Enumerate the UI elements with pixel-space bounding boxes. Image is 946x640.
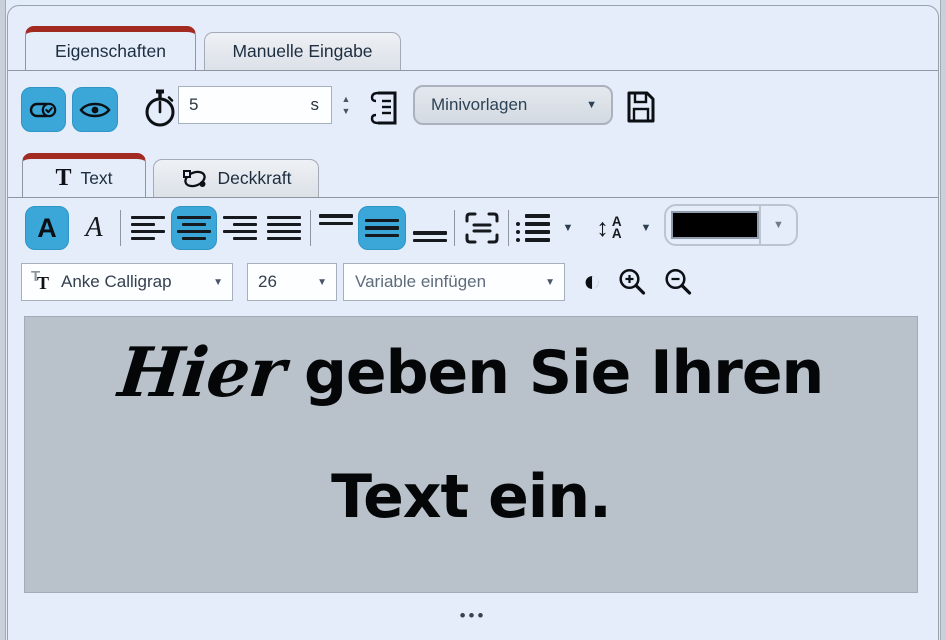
save-button[interactable]: [622, 86, 658, 128]
splitter-dots-icon: •••: [460, 607, 487, 624]
chevron-down-icon: ▼: [641, 223, 652, 234]
align-justify-button[interactable]: [264, 206, 304, 250]
fit-text-button[interactable]: [460, 206, 504, 250]
script-button[interactable]: [366, 86, 402, 130]
chevron-down-icon: ▼: [773, 219, 784, 231]
color-dropdown[interactable]: ▼: [759, 206, 796, 244]
chevron-down-icon: ▼: [586, 100, 597, 111]
bullet-list-button[interactable]: [514, 206, 552, 250]
tab-manuelle-eingabe-label: Manuelle Eingabe: [232, 41, 372, 62]
font-family-select[interactable]: T T Anke Calligrap ▼: [21, 263, 233, 301]
stopwatch-icon: [140, 86, 180, 130]
duration-unit: s: [311, 95, 332, 115]
minivorlagen-dropdown[interactable]: Minivorlagen ▼: [413, 85, 613, 125]
align-right-button[interactable]: [220, 206, 260, 250]
eye-icon: [79, 99, 111, 121]
fit-text-icon: [463, 210, 501, 246]
chevron-down-icon: ▼: [317, 277, 336, 288]
duration-decrement-button[interactable]: ▼: [342, 107, 351, 116]
tabbar-separator: [8, 70, 938, 71]
tab-eigenschaften-label: Eigenschaften: [55, 41, 166, 62]
align-left-icon: [131, 216, 165, 240]
bullet-list-icon: [516, 214, 550, 242]
zoom-out-button[interactable]: [660, 264, 696, 300]
preview-line-2: Text ein.: [331, 455, 611, 539]
duration-input[interactable]: 5 s: [178, 86, 332, 124]
duration-stepper: ▲ ▼: [336, 86, 356, 124]
duration-increment-button[interactable]: ▲: [342, 95, 351, 104]
zoom-out-icon: [663, 267, 693, 297]
contrast-button[interactable]: ◐: [574, 264, 610, 300]
duration-value: 5: [179, 95, 198, 115]
line-spacing-icon: ↕ AA: [596, 216, 621, 241]
chevron-down-icon: ▼: [563, 223, 574, 234]
panel-splitter-handle[interactable]: •••: [8, 602, 938, 628]
link-check-icon: [29, 99, 59, 121]
valign-middle-button[interactable]: [358, 206, 406, 250]
font-size-value: 26: [258, 272, 277, 292]
tab-text[interactable]: T Text: [22, 153, 146, 197]
font-color-picker[interactable]: ▼: [664, 204, 798, 246]
line-spacing-dropdown[interactable]: ▼: [634, 206, 658, 250]
valign-bottom-icon: [413, 214, 447, 242]
chevron-down-icon: ▼: [545, 277, 564, 288]
tab-deckkraft-label: Deckkraft: [218, 168, 292, 189]
font-family-value: Anke Calligrap: [61, 272, 172, 292]
zoom-in-button[interactable]: [614, 264, 650, 300]
preview-line-1: Hier geben Sie Ihren: [119, 331, 823, 415]
valign-bottom-button[interactable]: [410, 206, 450, 250]
color-swatch: [671, 211, 759, 239]
preview-line1-text: geben Sie Ihren: [304, 338, 823, 408]
variable-select[interactable]: Variable einfügen ▼: [343, 263, 565, 301]
link-duration-toggle-button[interactable]: [21, 87, 66, 132]
bold-icon: A: [37, 213, 57, 244]
right-panel-edge: [940, 0, 946, 640]
tab-eigenschaften[interactable]: Eigenschaften: [25, 26, 196, 70]
variable-placeholder: Variable einfügen: [355, 272, 486, 292]
contrast-icon: ◐: [583, 267, 601, 297]
tab-deckkraft[interactable]: Deckkraft: [153, 159, 319, 197]
align-center-icon: [177, 216, 211, 240]
tab-manuelle-eingabe[interactable]: Manuelle Eingabe: [204, 32, 401, 70]
line-spacing-button[interactable]: ↕ AA: [586, 206, 632, 250]
tab-text-label: Text: [80, 168, 112, 189]
valign-top-icon: [319, 214, 353, 242]
font-size-select[interactable]: 26 ▼: [247, 263, 337, 301]
font-icon: T T: [31, 271, 53, 293]
valign-middle-icon: [365, 214, 399, 242]
italic-icon: A: [85, 212, 102, 244]
align-right-icon: [223, 216, 257, 240]
preview-script-word: Hier: [115, 333, 289, 413]
visibility-toggle-button[interactable]: [72, 87, 118, 132]
text-preview-editor[interactable]: Hier geben Sie Ihren Text ein.: [24, 316, 918, 593]
align-justify-icon: [267, 216, 301, 240]
valign-top-button[interactable]: [316, 206, 356, 250]
script-icon: [368, 88, 400, 128]
minivorlagen-label: Minivorlagen: [431, 95, 527, 115]
opacity-curve-icon: [181, 166, 209, 192]
bullet-list-dropdown[interactable]: ▼: [556, 206, 580, 250]
italic-button[interactable]: A: [76, 206, 112, 250]
left-panel-edge: [0, 0, 6, 640]
preview-line2-text: Text ein.: [331, 462, 611, 532]
save-icon: [624, 89, 656, 125]
subtab-separator: [8, 197, 938, 198]
chevron-down-icon: ▼: [213, 277, 232, 288]
text-tab-icon: T: [55, 166, 71, 190]
properties-panel: Eigenschaften Manuelle Eingabe: [7, 5, 939, 640]
zoom-in-icon: [617, 267, 647, 297]
align-center-button[interactable]: [171, 206, 217, 250]
align-left-button[interactable]: [128, 206, 168, 250]
bold-button[interactable]: A: [25, 206, 69, 250]
